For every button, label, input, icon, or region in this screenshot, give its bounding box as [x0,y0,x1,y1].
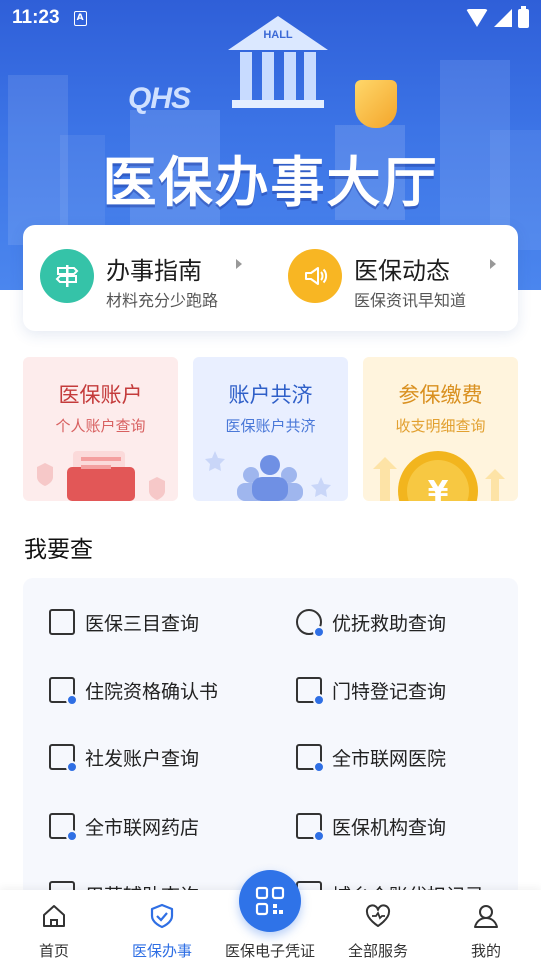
pharmacy-network-icon [49,813,78,842]
feature-card-title: 参保缴费 [398,383,483,407]
nav-item-label: 我的 [470,942,501,960]
query-item-label: 社发账户查询 [85,747,200,770]
feature-card-title: 医保账户 [58,383,143,407]
coin-icon: ¥ [373,451,505,501]
e-voucher-center-button[interactable] [239,870,301,932]
nav-item-medical-affairs[interactable]: 医保办事 [108,890,216,963]
query-item[interactable]: 门特登记查询 [296,673,446,707]
query-grid: 医保三目查询 优抚救助查询 住院资格确认书 门特登记查询 社发账户查询 全市联网… [23,578,518,898]
quick-link-subtitle: 医保资讯早知道 [354,291,467,310]
feature-card-subtitle: 医保账户共济 [225,417,316,435]
hospital-bed-icon [49,677,78,706]
bookmark-doc-icon [49,609,75,635]
heart-pulse-icon [365,904,391,927]
battery-icon [518,5,529,28]
home-icon [43,905,65,927]
feature-card-subtitle: 收支明细查询 [395,417,486,435]
signal-icon [494,9,512,27]
query-item[interactable]: 社发账户查询 [49,740,199,774]
speaker-icon [288,249,342,303]
page-title: 医保办事大厅 [102,151,439,214]
quick-link-guide[interactable]: 办事指南 材料充分少跑路 [40,247,270,310]
quick-links-card: 办事指南 材料充分少跑路 医保动态 医保资讯早知道 [23,225,518,331]
institution-search-icon [296,813,325,842]
feature-card-medical-account[interactable]: 医保账户 个人账户查询 [23,357,178,501]
hall-badge-text: HALL [263,29,293,41]
user-icon [474,905,498,928]
query-item-label: 全市联网医院 [332,747,447,770]
query-item[interactable]: 全市联网药店 [49,809,199,843]
chevron-right-icon [236,259,242,269]
feature-card-account-sharing[interactable]: 账户共济 医保账户共济 [193,357,348,501]
hospital-network-icon [296,744,325,773]
query-item-label: 医保机构查询 [332,816,447,839]
chevron-right-icon [490,259,496,269]
quick-link-news[interactable]: 医保动态 医保资讯早知道 [288,247,518,310]
feature-card-title: 账户共济 [228,383,313,407]
quick-link-title: 办事指南 [106,257,202,285]
group-people-icon [205,451,331,501]
feature-card-subtitle: 个人账户查询 [55,417,146,435]
section-title: 我要查 [24,537,93,563]
nav-item-home[interactable]: 首页 [0,890,108,963]
nav-item-label: 医保电子凭证 [224,942,315,960]
doc-person-icon [296,677,325,706]
shield-badge-icon [355,80,397,128]
signpost-icon [40,249,94,303]
query-item[interactable]: 医保三目查询 [49,605,199,639]
svg-text:¥: ¥ [428,475,449,501]
query-item-label: 医保三目查询 [85,612,200,635]
notification-icon: A [73,10,87,26]
query-item[interactable]: 全市联网医院 [296,740,446,774]
query-item[interactable]: 医保机构查询 [296,809,446,843]
query-item-label: 全市联网药店 [85,816,200,839]
nav-item-mine[interactable]: 我的 [432,890,540,963]
hall-building-icon: HALL [228,16,328,108]
status-time: 11:23 [12,7,60,28]
query-item-label: 门特登记查询 [332,680,447,703]
nav-item-label: 医保办事 [131,942,192,960]
nav-item-all-services[interactable]: 全部服务 [324,890,432,963]
query-item[interactable]: 优抚救助查询 [296,605,446,639]
query-item-label: 优抚救助查询 [332,612,447,635]
qhs-logo: QHS [128,82,191,115]
quick-link-title: 医保动态 [354,257,450,285]
nav-item-label: 首页 [38,942,69,960]
shield-check-icon [150,903,174,929]
wallet-illustration-icon [37,451,165,501]
qr-code-icon [255,886,285,916]
wifi-icon [466,9,488,27]
query-item-label: 住院资格确认书 [85,680,219,703]
quick-link-subtitle: 材料充分少跑路 [106,291,219,310]
heart-hand-icon [296,609,325,638]
feature-card-payment[interactable]: 参保缴费 收支明细查询 ¥ [363,357,518,501]
query-item[interactable]: 住院资格确认书 [49,673,218,707]
nav-item-label: 全部服务 [347,942,408,960]
wallet-icon [49,744,78,773]
